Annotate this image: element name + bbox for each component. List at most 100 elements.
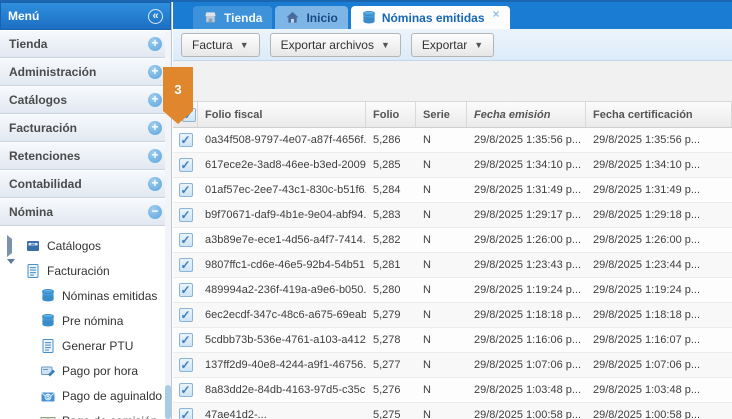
tab-label: Inicio — [306, 11, 337, 25]
sidebar-section-nómina[interactable]: Nómina− — [0, 198, 171, 226]
home-icon — [285, 10, 300, 25]
column-header-fecha-emisión[interactable]: Fecha emisión — [467, 102, 586, 127]
table-row[interactable]: ✓a3b89e7e-ece1-4d56-a4f7-7414...5,282N29… — [173, 228, 732, 253]
column-header-folio-fiscal[interactable]: Folio fiscal — [198, 102, 366, 127]
cell-fecha_emision: 29/8/2025 1:26:00 p... — [467, 234, 586, 246]
tree-item-label: Catálogos — [47, 239, 101, 253]
sidebar-scrollbar-thumb[interactable] — [165, 385, 171, 419]
tree-item-label: Facturación — [47, 264, 110, 278]
expand-section-icon[interactable]: + — [148, 121, 162, 135]
factura-button[interactable]: Factura▼ — [181, 33, 260, 57]
tree-item-facturación[interactable]: Facturación — [0, 258, 171, 283]
table-row[interactable]: ✓5cdbb73b-536e-4761-a103-a412...5,278N29… — [173, 328, 732, 353]
row-checkbox[interactable]: ✓ — [179, 333, 193, 347]
chevron-right-icon[interactable] — [7, 239, 17, 253]
expand-section-icon[interactable]: + — [148, 93, 162, 107]
cell-fecha_emision: 29/8/2025 1:19:24 p... — [467, 284, 586, 296]
cell-folio_fiscal: 01af57ec-2ee7-43c1-830c-b51f6... — [198, 184, 366, 196]
sidebar-section-administración[interactable]: Administración+ — [0, 58, 171, 86]
expand-section-icon[interactable]: + — [148, 149, 162, 163]
exportar-button[interactable]: Exportar▼ — [411, 33, 494, 57]
table-row[interactable]: ✓617ece2e-3ad8-46ee-b3ed-2009...5,285N29… — [173, 153, 732, 178]
tab-tienda[interactable]: Tienda — [193, 6, 272, 29]
row-checkbox-cell: ✓ — [173, 408, 198, 419]
table-row[interactable]: ✓137ff2d9-40e8-4244-a9f1-46756...5,277N2… — [173, 353, 732, 378]
cell-fecha_certificacion: 29/8/2025 1:19:24 p... — [586, 284, 732, 296]
tree-item-pre-nómina[interactable]: Pre nómina — [0, 308, 171, 333]
document-icon — [25, 263, 41, 279]
cell-fecha_certificacion: 29/8/2025 1:18:18 p... — [586, 309, 732, 321]
cell-fecha_certificacion: 29/8/2025 1:16:07 p... — [586, 334, 732, 346]
table-row[interactable]: ✓489994a2-236f-419a-a9e6-b050...5,280N29… — [173, 278, 732, 303]
row-checkbox-cell: ✓ — [173, 208, 198, 222]
tree-item-generar-ptu[interactable]: Generar PTU — [0, 333, 171, 358]
row-checkbox[interactable]: ✓ — [179, 133, 193, 147]
collapse-section-icon[interactable]: − — [148, 205, 162, 219]
cell-fecha_emision: 29/8/2025 1:18:18 p... — [467, 309, 586, 321]
chevron-down-icon[interactable] — [7, 264, 17, 278]
tab-nóminas-emitidas[interactable]: Nóminas emitidas× — [351, 6, 510, 29]
cell-fecha_certificacion: 29/8/2025 1:34:10 p... — [586, 159, 732, 171]
row-checkbox[interactable]: ✓ — [179, 358, 193, 372]
sidebar-section-contabilidad[interactable]: Contabilidad + — [0, 170, 171, 198]
sidebar-title: Menú — [8, 9, 39, 23]
row-checkbox[interactable]: ✓ — [179, 158, 193, 172]
tree-item-pago-de-aguinaldo[interactable]: $Pago de aguinaldo — [0, 383, 171, 408]
sidebar-section-label: Contabilidad — [9, 177, 82, 191]
row-checkbox[interactable]: ✓ — [179, 383, 193, 397]
tree-item-catálogos[interactable]: Catálogos — [0, 233, 171, 258]
table-row[interactable]: ✓01af57ec-2ee7-43c1-830c-b51f6...5,284N2… — [173, 178, 732, 203]
expand-section-icon[interactable]: + — [148, 65, 162, 79]
sidebar-collapse-icon[interactable]: « — [148, 9, 163, 24]
column-header-folio[interactable]: Folio — [366, 102, 416, 127]
dropdown-caret-icon: ▼ — [474, 40, 483, 50]
sidebar-sections: Tienda+Administración+Catálogos+Facturac… — [0, 30, 171, 226]
table-row[interactable]: ✓6ec2ecdf-347c-48c6-a675-69eab...5,279N2… — [173, 303, 732, 328]
table-row[interactable]: ✓47ae41d2-...5,275N29/8/2025 1:00:58 p..… — [173, 403, 732, 419]
table-row[interactable]: ✓8a83dd2e-84db-4163-97d5-c35c...5,276N29… — [173, 378, 732, 403]
cell-fecha_emision: 29/8/2025 1:34:10 p... — [467, 159, 586, 171]
cell-serie: N — [416, 284, 467, 296]
database-icon — [40, 288, 56, 304]
document-icon — [40, 338, 56, 354]
exportar-archivos-button[interactable]: Exportar archivos▼ — [270, 33, 401, 57]
table-row[interactable]: ✓0a34f508-9797-4e07-a87f-4656f...5,286N2… — [173, 128, 732, 153]
annotation-badge-pointer — [163, 111, 193, 124]
row-checkbox[interactable]: ✓ — [179, 208, 193, 222]
tab-inicio[interactable]: Inicio — [275, 6, 347, 29]
tree-item-pago-por-hora[interactable]: Pago por hora — [0, 358, 171, 383]
cell-serie: N — [416, 409, 467, 419]
row-checkbox[interactable]: ✓ — [179, 258, 193, 272]
sidebar-section-catálogos[interactable]: Catálogos+ — [0, 86, 171, 114]
tree-item-label: Pago de comisión — [62, 414, 157, 419]
row-checkbox-cell: ✓ — [173, 383, 198, 397]
sidebar-section-retenciones[interactable]: Retenciones+ — [0, 142, 171, 170]
expand-section-icon[interactable]: + — [148, 37, 162, 51]
tree-item-nóminas-emitidas[interactable]: Nóminas emitidas — [0, 283, 171, 308]
column-header-serie[interactable]: Serie — [416, 102, 467, 127]
sidebar-section-tienda[interactable]: Tienda + — [0, 30, 171, 58]
row-checkbox[interactable]: ✓ — [179, 308, 193, 322]
table-row[interactable]: ✓9807ffc1-cd6e-46e5-92b4-54b51...5,281N2… — [173, 253, 732, 278]
cell-folio_fiscal: 617ece2e-3ad8-46ee-b3ed-2009... — [198, 159, 366, 171]
cell-fecha_emision: 29/8/2025 1:00:58 p... — [467, 409, 586, 419]
expand-section-icon[interactable]: + — [148, 177, 162, 191]
sidebar-section-label: Tienda — [9, 37, 47, 51]
row-checkbox[interactable]: ✓ — [179, 183, 193, 197]
cell-folio_fiscal: 47ae41d2-... — [198, 409, 366, 419]
row-checkbox[interactable]: ✓ — [179, 283, 193, 297]
close-tab-icon[interactable]: × — [493, 7, 500, 21]
row-checkbox[interactable]: ✓ — [179, 233, 193, 247]
table-row[interactable]: ✓b9f70671-daf9-4b1e-9e04-abf94...5,283N2… — [173, 203, 732, 228]
column-header-fecha-certificación[interactable]: Fecha certificación — [586, 102, 732, 127]
row-checkbox[interactable]: ✓ — [179, 408, 193, 419]
cell-folio: 5,285 — [366, 159, 416, 171]
sidebar-section-facturación[interactable]: Facturación+ — [0, 114, 171, 142]
tree-item-pago-de-comisión[interactable]: Pago de comisión — [0, 408, 171, 419]
cell-folio_fiscal: 489994a2-236f-419a-a9e6-b050... — [198, 284, 366, 296]
cell-serie: N — [416, 234, 467, 246]
annotation-badge-3: 3 — [163, 67, 193, 124]
mail-money-icon: $ — [40, 388, 56, 404]
cell-folio: 5,286 — [366, 134, 416, 146]
app-window: Menú « Tienda+Administración+Catálogos+F… — [0, 0, 732, 419]
